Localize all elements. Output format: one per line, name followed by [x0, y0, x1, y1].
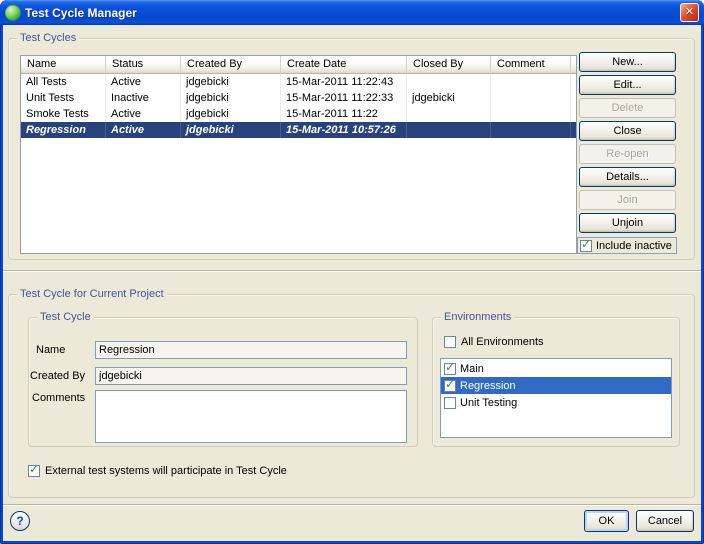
cell-status: Inactive: [106, 90, 181, 106]
window-title: Test Cycle Manager: [25, 6, 676, 20]
list-item-main[interactable]: ✓ Main: [441, 360, 671, 377]
list-item-label: Main: [460, 363, 484, 375]
cell-created-by: jdgebicki: [181, 106, 281, 122]
checkmark-icon: ✓: [581, 238, 591, 250]
list-item-label: Unit Testing: [460, 397, 517, 409]
comments-field[interactable]: [95, 390, 407, 443]
cell-status: Active: [106, 74, 181, 90]
cell-create-date: 15-Mar-2011 11:22: [281, 106, 407, 122]
join-button: Join: [579, 190, 676, 210]
external-test-systems-checkbox[interactable]: ✓: [28, 465, 40, 477]
help-icon: ?: [16, 515, 23, 527]
column-header-created-by[interactable]: Created By: [181, 56, 281, 74]
include-inactive-row[interactable]: ✓ Include inactive: [577, 237, 677, 254]
name-label: Name: [36, 344, 65, 356]
unjoin-button[interactable]: Unjoin: [579, 213, 676, 233]
created-by-field[interactable]: [95, 367, 407, 385]
current-project-group-title: Test Cycle for Current Project: [17, 287, 167, 301]
table-row-unit-tests[interactable]: Unit Tests Inactive jdgebicki 15-Mar-201…: [21, 90, 576, 106]
cell-status: Active: [106, 106, 181, 122]
cell-comment: [491, 74, 571, 90]
all-environments-row[interactable]: All Environments: [444, 336, 544, 348]
column-header-name[interactable]: Name: [21, 56, 106, 74]
cell-create-date: 15-Mar-2011 10:57:26: [281, 122, 407, 138]
external-test-systems-label: External test systems will participate i…: [45, 465, 287, 477]
cell-created-by: jdgebicki: [181, 122, 281, 138]
environments-list[interactable]: ✓ Main ✓ Regression Unit Testing: [440, 358, 672, 438]
cell-created-by: jdgebicki: [181, 74, 281, 90]
cell-create-date: 15-Mar-2011 11:22:43: [281, 74, 407, 90]
cell-name: All Tests: [21, 74, 106, 90]
cancel-button[interactable]: Cancel: [636, 510, 694, 532]
column-header-create-date[interactable]: Create Date: [281, 56, 407, 74]
section-divider: [3, 270, 701, 272]
test-cycles-group-title: Test Cycles: [17, 31, 79, 45]
titlebar[interactable]: Test Cycle Manager ✕: [0, 0, 704, 25]
checkmark-icon: ✓: [445, 361, 455, 373]
cell-closed-by: [407, 74, 491, 90]
test-cycles-table: Name Status Created By Create Date Close…: [20, 55, 577, 254]
external-test-systems-row[interactable]: ✓ External test systems will participate…: [28, 465, 287, 477]
column-header-filler: [571, 56, 577, 74]
comments-label: Comments: [32, 392, 85, 404]
table-header: Name Status Created By Create Date Close…: [21, 56, 576, 74]
table-row-all-tests[interactable]: All Tests Active jdgebicki 15-Mar-2011 1…: [21, 74, 576, 90]
cell-name: Regression: [21, 122, 106, 138]
main-checkbox[interactable]: ✓: [444, 363, 456, 375]
cell-created-by: jdgebicki: [181, 90, 281, 106]
all-environments-label: All Environments: [461, 336, 544, 348]
reopen-button: Re-open: [579, 144, 676, 164]
cell-filler: [571, 122, 576, 138]
checkmark-icon: ✓: [445, 378, 455, 390]
list-item-unit-testing[interactable]: Unit Testing: [441, 394, 671, 411]
table-row-regression-selected[interactable]: Regression Active jdgebicki 15-Mar-2011 …: [21, 122, 576, 138]
environments-group-title: Environments: [441, 310, 514, 324]
cell-filler: [571, 90, 576, 106]
cell-comment: [491, 90, 571, 106]
list-item-label: Regression: [460, 380, 516, 392]
column-header-closed-by[interactable]: Closed By: [407, 56, 491, 74]
cell-name: Smoke Tests: [21, 106, 106, 122]
dialog-test-cycle-manager: Test Cycle Manager ✕ Test Cycles Name St…: [0, 0, 704, 544]
include-inactive-label: Include inactive: [596, 240, 672, 252]
cell-comment: [491, 122, 571, 138]
test-cycle-group-title: Test Cycle: [37, 310, 94, 324]
footer-divider: [3, 504, 701, 506]
unit-testing-checkbox[interactable]: [444, 397, 456, 409]
cell-create-date: 15-Mar-2011 11:22:33: [281, 90, 407, 106]
app-icon: [5, 5, 21, 21]
cell-comment: [491, 106, 571, 122]
name-field[interactable]: [95, 341, 407, 359]
cell-filler: [571, 74, 576, 90]
checkmark-icon: ✓: [29, 463, 39, 475]
details-button[interactable]: Details...: [579, 167, 676, 187]
close-button[interactable]: ✕: [680, 3, 699, 22]
cell-filler: [571, 106, 576, 122]
cell-closed-by: jdgebicki: [407, 90, 491, 106]
edit-button[interactable]: Edit...: [579, 75, 676, 95]
ok-button[interactable]: OK: [584, 510, 629, 532]
cell-status: Active: [106, 122, 181, 138]
help-button[interactable]: ?: [10, 511, 30, 531]
created-by-label: Created By: [30, 370, 85, 382]
regression-checkbox[interactable]: ✓: [444, 380, 456, 392]
test-cycles-actions: New... Edit... Delete Close Re-open Deta…: [579, 52, 676, 233]
cell-closed-by: [407, 106, 491, 122]
delete-button: Delete: [579, 98, 676, 118]
close-cycle-button[interactable]: Close: [579, 121, 676, 141]
cell-name: Unit Tests: [21, 90, 106, 106]
column-header-status[interactable]: Status: [106, 56, 181, 74]
list-item-regression[interactable]: ✓ Regression: [441, 377, 671, 394]
close-icon: ✕: [685, 7, 694, 18]
all-environments-checkbox[interactable]: [444, 336, 456, 348]
cell-closed-by: [407, 122, 491, 138]
include-inactive-checkbox[interactable]: ✓: [580, 240, 592, 252]
new-button[interactable]: New...: [579, 52, 676, 72]
column-header-comment[interactable]: Comment: [491, 56, 571, 74]
table-row-smoke-tests[interactable]: Smoke Tests Active jdgebicki 15-Mar-2011…: [21, 106, 576, 122]
